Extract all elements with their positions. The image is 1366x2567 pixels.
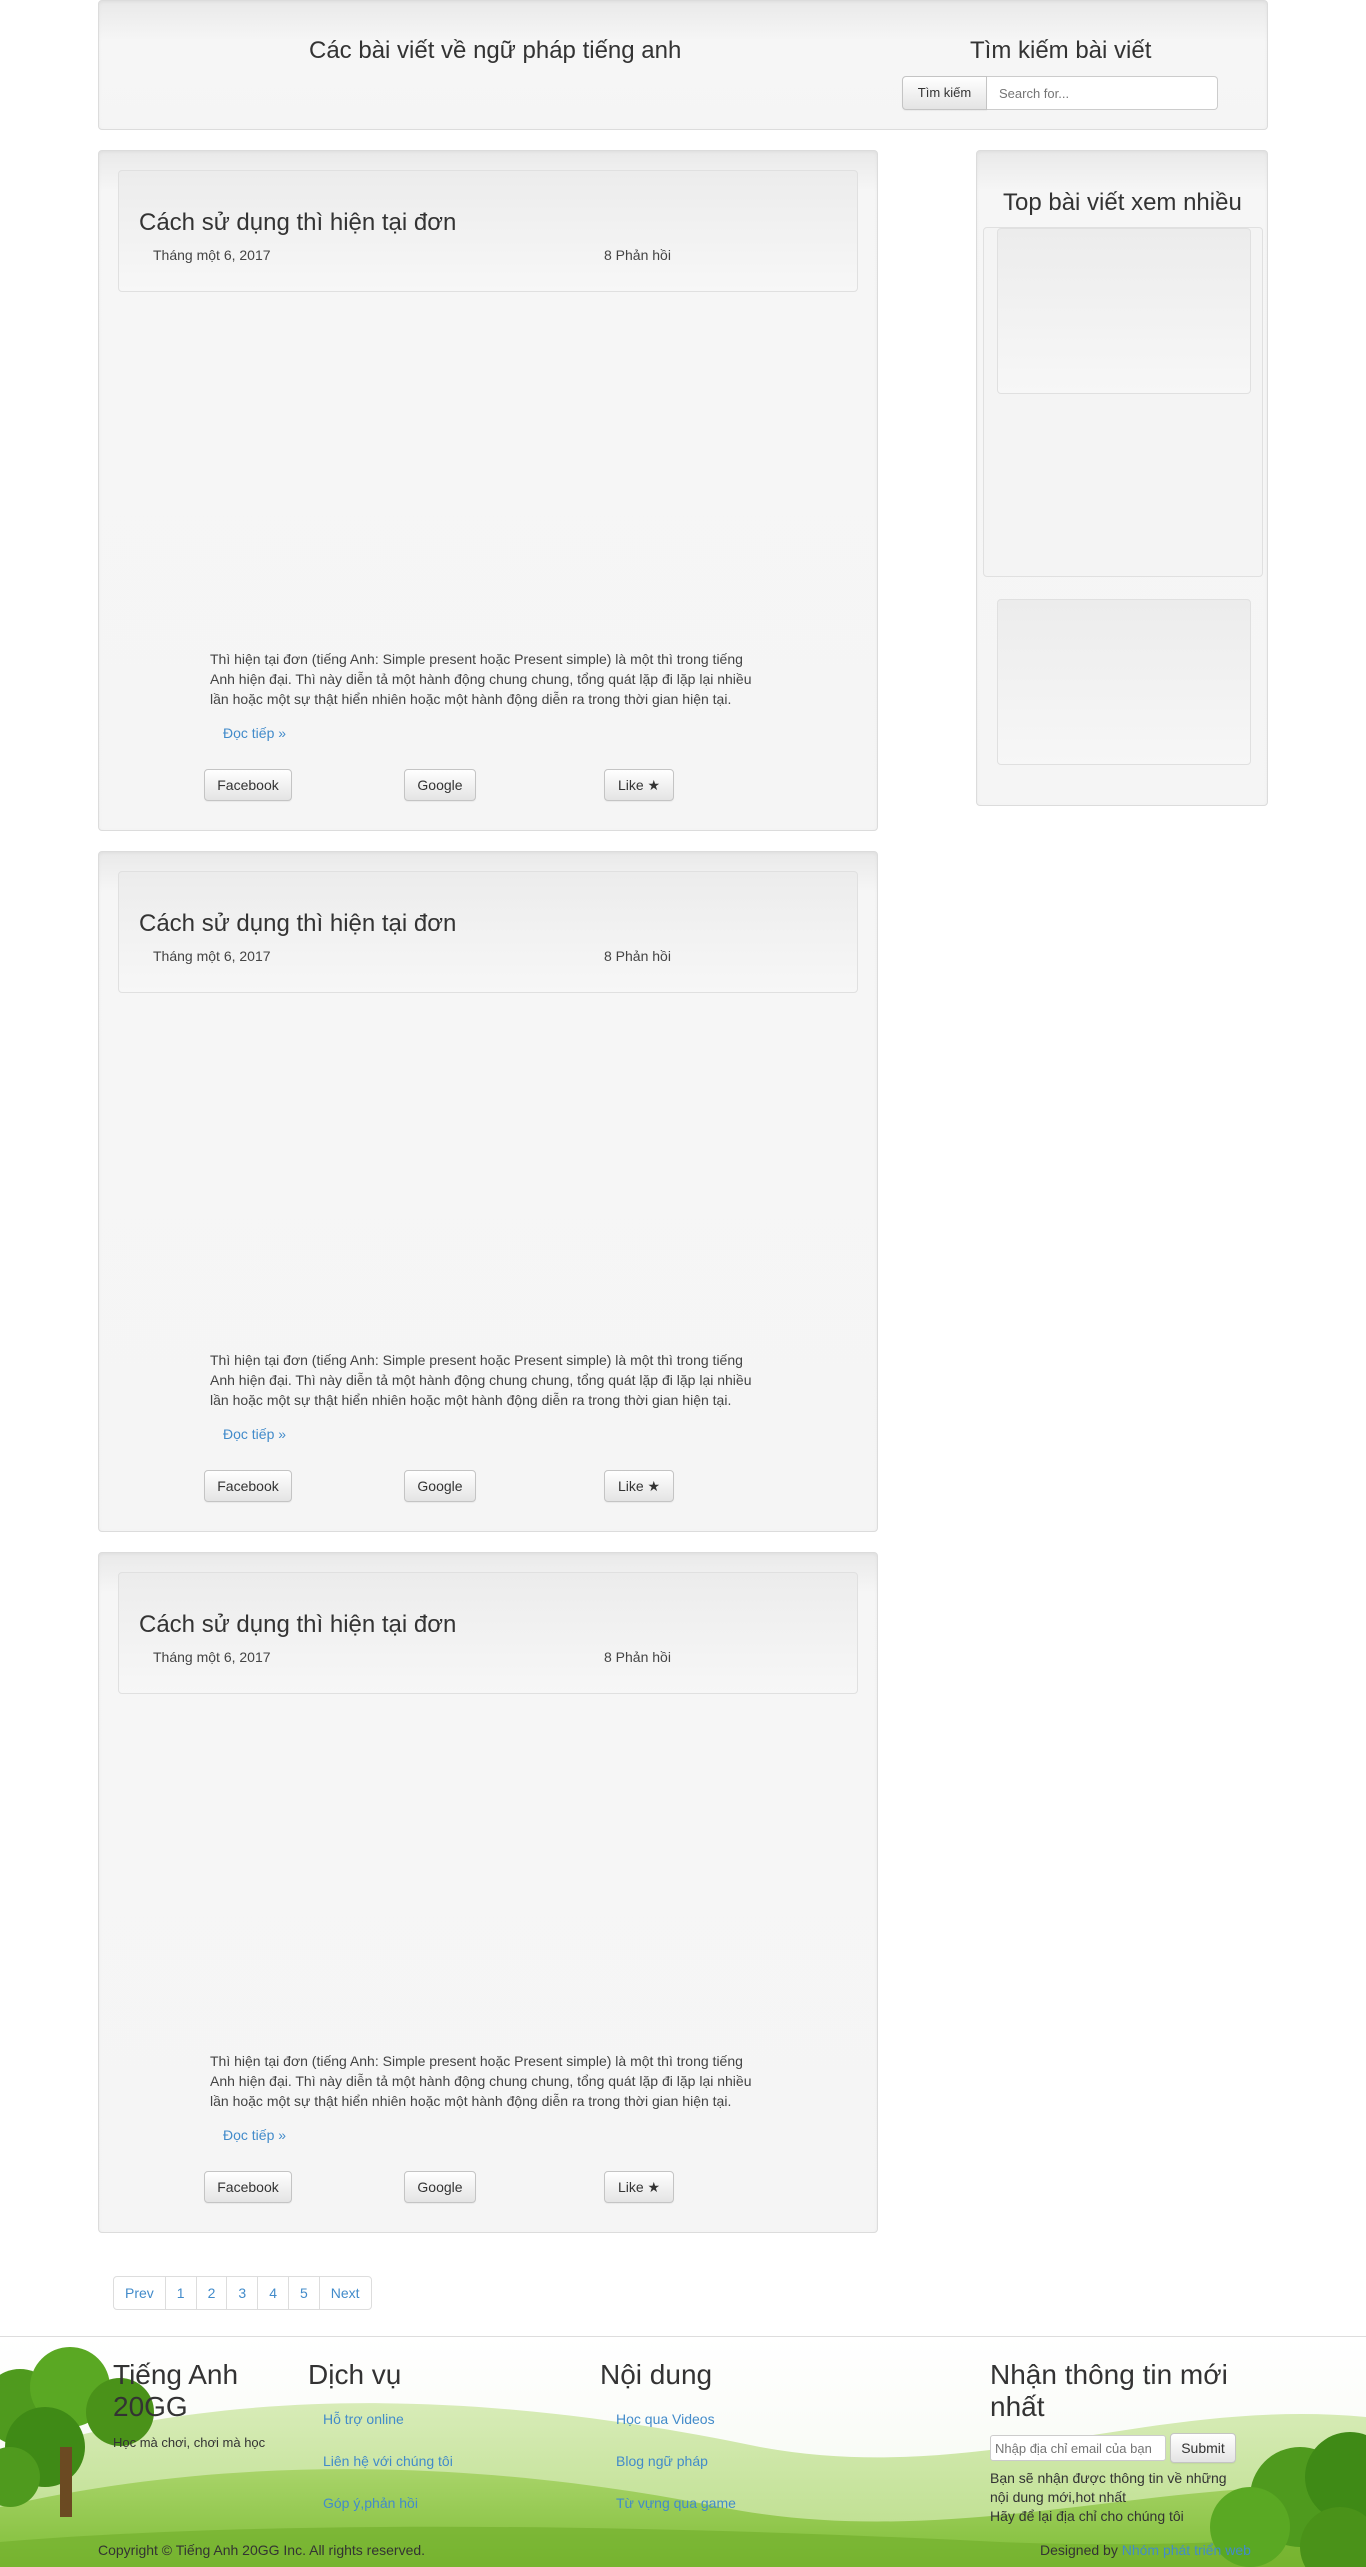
book-cover-illustration: ENG NGỮ PHÁP TIẾNG ANH ENGLISH GRAMMAR: [1015, 617, 1227, 745]
book-cover-illustration: ENG NGỮ PHÁP TIẾNG ANH ENGLISH GRAMMAR: [210, 316, 760, 646]
google-share-button[interactable]: Google: [404, 2171, 476, 2203]
newsletter-submit-button[interactable]: Submit: [1170, 2433, 1236, 2463]
post-excerpt: Thì hiện tại đơn (tiếng Anh: Simple pres…: [210, 1350, 766, 1410]
search-button[interactable]: Tìm kiếm: [902, 76, 987, 110]
pagination-page-3[interactable]: 3: [226, 2276, 259, 2310]
newsletter-text-3: Hãy để lại địa chỉ cho chúng tôi: [990, 2508, 1184, 2524]
footer-link-support[interactable]: Hỗ trợ online: [323, 2411, 404, 2427]
footer-brand: Tiếng Anh 20GG: [113, 2359, 239, 2422]
newsletter-text-2: nội dung mới,hot nhất: [990, 2489, 1127, 2505]
post-comments[interactable]: 8 Phản hồi: [604, 1649, 671, 1665]
pagination-page-2[interactable]: 2: [195, 2276, 228, 2310]
footer: Tiếng Anh 20GG Học mà chơi, chơi mà học …: [0, 2336, 1366, 2567]
post-header: Cách sử dụng thì hiện tại đơn Tháng một …: [118, 871, 858, 993]
google-share-button[interactable]: Google: [404, 769, 476, 801]
excerpt-line: Thì hiện tại đơn (tiếng Anh: Simple pres…: [210, 651, 743, 667]
footer-services-heading: Dịch vụ: [308, 2359, 402, 2390]
search-heading: Tìm kiếm bài viết: [970, 37, 1152, 64]
post-header: Cách sử dụng thì hiện tại đơn Tháng một …: [118, 1572, 858, 1694]
excerpt-line: Anh hiện đại. Thì này diễn tả một hành đ…: [210, 2073, 752, 2089]
excerpt-line: lần hoặc một sự thật hiển nhiên hoặc một…: [210, 691, 732, 707]
book-cover-illustration: ENG NGỮ PHÁP TIẾNG ANH ENGLISH GRAMMAR: [210, 1718, 760, 2048]
excerpt-line: lần hoặc một sự thật hiển nhiên hoặc một…: [210, 2093, 732, 2109]
post-card: Cách sử dụng thì hiện tại đơn Tháng một …: [98, 851, 878, 1532]
footer-link-vocab-game[interactable]: Từ vựng qua game: [616, 2495, 736, 2511]
popular-post-thumbnail[interactable]: ENG NGỮ PHÁP TIẾNG ANH ENGLISH GRAMMAR: [1015, 617, 1227, 745]
pagination-next[interactable]: Next: [318, 2276, 372, 2310]
newsletter-email-input[interactable]: [990, 2435, 1166, 2461]
post-date: Tháng một 6, 2017: [153, 247, 271, 263]
excerpt-line: Anh hiện đại. Thì này diễn tả một hành đ…: [210, 1372, 752, 1388]
popular-post-thumbnail[interactable]: ENG NGỮ PHÁP TIẾNG ANH ENGLISH GRAMMAR: [1015, 246, 1227, 374]
google-share-button[interactable]: Google: [404, 1470, 476, 1502]
footer-newsletter-heading: Nhận thông tin mới nhất: [990, 2359, 1228, 2422]
footer-link-feedback[interactable]: Góp ý,phản hồi: [323, 2495, 418, 2511]
like-button[interactable]: Like ★: [604, 2171, 674, 2203]
book-cover-illustration: ENG NGỮ PHÁP TIẾNG ANH ENGLISH GRAMMAR: [1001, 413, 1245, 559]
search-group: Tìm kiếm: [902, 76, 1218, 110]
post-excerpt: Thì hiện tại đơn (tiếng Anh: Simple pres…: [210, 2051, 766, 2111]
pagination-prev[interactable]: Prev: [113, 2276, 166, 2310]
sidebar-heading: Top bài viết xem nhiều: [1003, 189, 1242, 216]
header-panel: Các bài viết về ngữ pháp tiếng anh Tìm k…: [98, 0, 1268, 130]
footer-link-contact[interactable]: Liên hệ với chúng tôi: [323, 2453, 453, 2469]
post-title[interactable]: Cách sử dụng thì hiện tại đơn: [139, 209, 456, 237]
like-button[interactable]: Like ★: [604, 1470, 674, 1502]
footer-link-videos[interactable]: Học qua Videos: [616, 2411, 715, 2427]
pagination-page-4[interactable]: 4: [257, 2276, 289, 2310]
post-image[interactable]: ENG NGỮ PHÁP TIẾNG ANH ENGLISH GRAMMAR: [210, 316, 760, 646]
excerpt-line: Thì hiện tại đơn (tiếng Anh: Simple pres…: [210, 2053, 743, 2069]
book-cover-illustration: ENG NGỮ PHÁP TIẾNG ANH ENGLISH GRAMMAR: [1015, 246, 1227, 374]
pagination-page-5[interactable]: 5: [287, 2276, 320, 2310]
post-excerpt: Thì hiện tại đơn (tiếng Anh: Simple pres…: [210, 649, 766, 709]
excerpt-line: Thì hiện tại đơn (tiếng Anh: Simple pres…: [210, 1352, 743, 1368]
footer-tagline: Học mà chơi, chơi mà học: [113, 2435, 266, 2450]
designed-by-label: Designed by: [1040, 2542, 1118, 2558]
read-more-link[interactable]: Đọc tiếp »: [223, 725, 286, 741]
post-title[interactable]: Cách sử dụng thì hiện tại đơn: [139, 910, 456, 938]
post-image[interactable]: ENG NGỮ PHÁP TIẾNG ANH ENGLISH GRAMMAR: [210, 1017, 760, 1347]
pagination-page-1[interactable]: 1: [164, 2276, 197, 2310]
footer-copyright: Copyright © Tiếng Anh 20GG Inc. All righ…: [98, 2542, 426, 2558]
post-title[interactable]: Cách sử dụng thì hiện tại đơn: [139, 1611, 456, 1639]
facebook-share-button[interactable]: Facebook: [204, 769, 292, 801]
excerpt-line: lần hoặc một sự thật hiển nhiên hoặc một…: [210, 1392, 732, 1408]
footer-content-heading: Nội dung: [600, 2359, 713, 2390]
post-comments[interactable]: 8 Phản hồi: [604, 247, 671, 263]
facebook-share-button[interactable]: Facebook: [204, 1470, 292, 1502]
pagination: Prev 1 2 3 4 5 Next: [113, 2276, 372, 2310]
facebook-share-button[interactable]: Facebook: [204, 2171, 292, 2203]
search-input[interactable]: [987, 76, 1218, 110]
book-cover-illustration: ENG NGỮ PHÁP TIẾNG ANH ENGLISH GRAMMAR: [210, 1017, 760, 1347]
footer-link-grammar-blog[interactable]: Blog ngữ pháp: [616, 2453, 708, 2469]
post-card: Cách sử dụng thì hiện tại đơn Tháng một …: [98, 1552, 878, 2233]
excerpt-line: Anh hiện đại. Thì này diễn tả một hành đ…: [210, 671, 752, 687]
post-header: Cách sử dụng thì hiện tại đơn Tháng một …: [118, 170, 858, 292]
post-date: Tháng một 6, 2017: [153, 948, 271, 964]
sidebar-panel: Top bài viết xem nhiều ENG NGỮ PHÁP TIẾN…: [976, 150, 1268, 806]
read-more-link[interactable]: Đọc tiếp »: [223, 1426, 286, 1442]
newsletter-text-1: Bạn sẽ nhận được thông tin về những: [990, 2470, 1227, 2486]
designer-link[interactable]: Nhóm phát triển web: [1122, 2542, 1251, 2558]
read-more-link[interactable]: Đọc tiếp »: [223, 2127, 286, 2143]
like-button[interactable]: Like ★: [604, 769, 674, 801]
post-image[interactable]: ENG NGỮ PHÁP TIẾNG ANH ENGLISH GRAMMAR: [210, 1718, 760, 2048]
popular-post-thumbnail[interactable]: ENG NGỮ PHÁP TIẾNG ANH ENGLISH GRAMMAR: [1001, 413, 1245, 559]
site-heading: Các bài viết về ngữ pháp tiếng anh: [309, 37, 682, 64]
post-card: Cách sử dụng thì hiện tại đơn Tháng một …: [98, 150, 878, 831]
post-date: Tháng một 6, 2017: [153, 1649, 271, 1665]
post-comments[interactable]: 8 Phản hồi: [604, 948, 671, 964]
footer-designed-by: Designed by Nhóm phát triển web: [1040, 2541, 1251, 2560]
